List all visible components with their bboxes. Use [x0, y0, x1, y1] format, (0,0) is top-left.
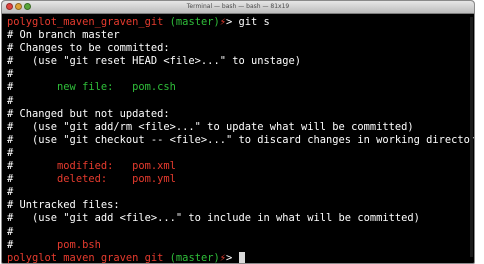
prompt-line: polyglot_maven_graven_git (master)⚡> [7, 251, 470, 264]
blank-comment: # [7, 94, 14, 107]
prompt-command: git s [238, 16, 270, 28]
prompt-symbol: > [225, 251, 233, 264]
staged-file-label: new file: [57, 81, 114, 94]
changed-hint-checkout: # (use "git checkout -- <file>..." to di… [7, 133, 475, 146]
blank-comment: # [7, 146, 14, 159]
title-bar[interactable]: Terminal — bash — bash — 81x19 [2, 1, 474, 14]
prompt-line: polyglot_maven_graven_git (master)⚡> git… [7, 16, 470, 29]
prompt-directory: polyglot_maven_graven_git [7, 251, 164, 264]
modified-file-name: pom.xml [132, 160, 176, 173]
prompt-branch: (master) [169, 16, 220, 28]
window-title: Terminal — bash — bash — 81x19 [186, 3, 290, 10]
prompt-directory: polyglot_maven_graven_git [7, 16, 164, 28]
untracked-file-line: # pom.bsh [7, 238, 101, 251]
modified-file-line: # modified: pom.xml [7, 160, 176, 173]
text-cursor [238, 251, 245, 263]
scrollbar[interactable] [470, 17, 473, 257]
blank-comment: # [7, 186, 14, 199]
staged-header: # Changes to be committed: [7, 42, 170, 55]
prompt-branch: (master) [169, 251, 220, 264]
untracked-hint: # (use "git add <file>..." to include in… [7, 212, 420, 225]
changed-hint-add: # (use "git add/rm <file>..." to update … [7, 120, 414, 133]
blank-comment: # [7, 225, 14, 238]
deleted-file-line: # deleted: pom.yml [7, 173, 176, 186]
staged-file-name: pom.csh [132, 81, 176, 94]
modified-label: modified: [57, 160, 114, 173]
terminal-window: Terminal — bash — bash — 81x19 polyglot_… [1, 0, 475, 264]
staged-file-line: # new file: pom.csh [7, 81, 176, 94]
deleted-label: deleted: [57, 173, 108, 186]
staged-hint: # (use "git reset HEAD <file>..." to uns… [7, 55, 302, 68]
untracked-file-name: pom.bsh [57, 238, 101, 251]
terminal-output[interactable]: polyglot_maven_graven_git (master)⚡> git… [7, 16, 475, 264]
untracked-header: # Untracked files: [7, 199, 120, 212]
prompt-symbol: > [225, 16, 233, 28]
changed-header: # Changed but not updated: [7, 107, 170, 120]
deleted-file-name: pom.yml [132, 173, 176, 186]
blank-comment: # [7, 68, 14, 81]
branch-line: # On branch master [7, 29, 120, 42]
